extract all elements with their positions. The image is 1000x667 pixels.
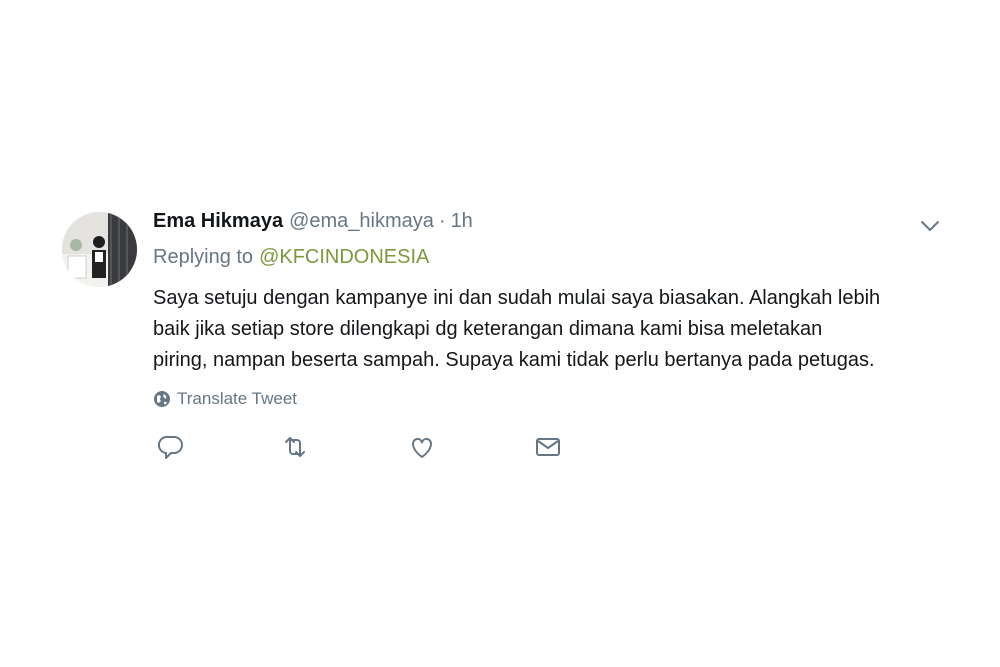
- replying-mention-link[interactable]: @KFCINDONESIA: [259, 246, 429, 268]
- retweet-button[interactable]: [280, 432, 310, 462]
- author-name[interactable]: Ema Hikmaya: [153, 210, 283, 233]
- envelope-icon: [536, 438, 560, 456]
- like-button[interactable]: [407, 432, 437, 462]
- tweet-text-line: piring, nampan beserta sampah. Supaya ka…: [153, 349, 875, 371]
- avatar-image: [62, 212, 137, 287]
- tweet: Ema Hikmaya @ema_hikmaya · 1h Replying t…: [0, 0, 1000, 667]
- translate-label: Translate Tweet: [177, 389, 298, 408]
- tweet-header: Ema Hikmaya @ema_hikmaya · 1h: [153, 210, 473, 238]
- reply-icon: [157, 435, 183, 459]
- chevron-down-icon[interactable]: [918, 214, 942, 238]
- retweet-icon: [285, 437, 305, 457]
- avatar[interactable]: [62, 212, 137, 287]
- tweet-timestamp[interactable]: 1h: [451, 210, 473, 233]
- translate-tweet-link[interactable]: Translate Tweet: [153, 389, 297, 409]
- author-handle[interactable]: @ema_hikmaya: [289, 210, 434, 233]
- separator-dot: ·: [438, 210, 446, 232]
- replying-label: Replying to: [153, 246, 254, 268]
- globe-icon: [154, 391, 170, 407]
- reply-button[interactable]: [156, 432, 186, 462]
- tweet-text: Saya setuju dengan kampanye ini dan suda…: [153, 283, 953, 376]
- direct-message-button[interactable]: [533, 432, 563, 462]
- tweet-text-line: Saya setuju dengan kampanye ini dan suda…: [153, 287, 881, 309]
- heart-icon: [412, 437, 432, 458]
- replying-to: Replying to @KFCINDONESIA: [153, 246, 429, 269]
- tweet-text-line: baik jika setiap store dilengkapi dg ket…: [153, 318, 823, 340]
